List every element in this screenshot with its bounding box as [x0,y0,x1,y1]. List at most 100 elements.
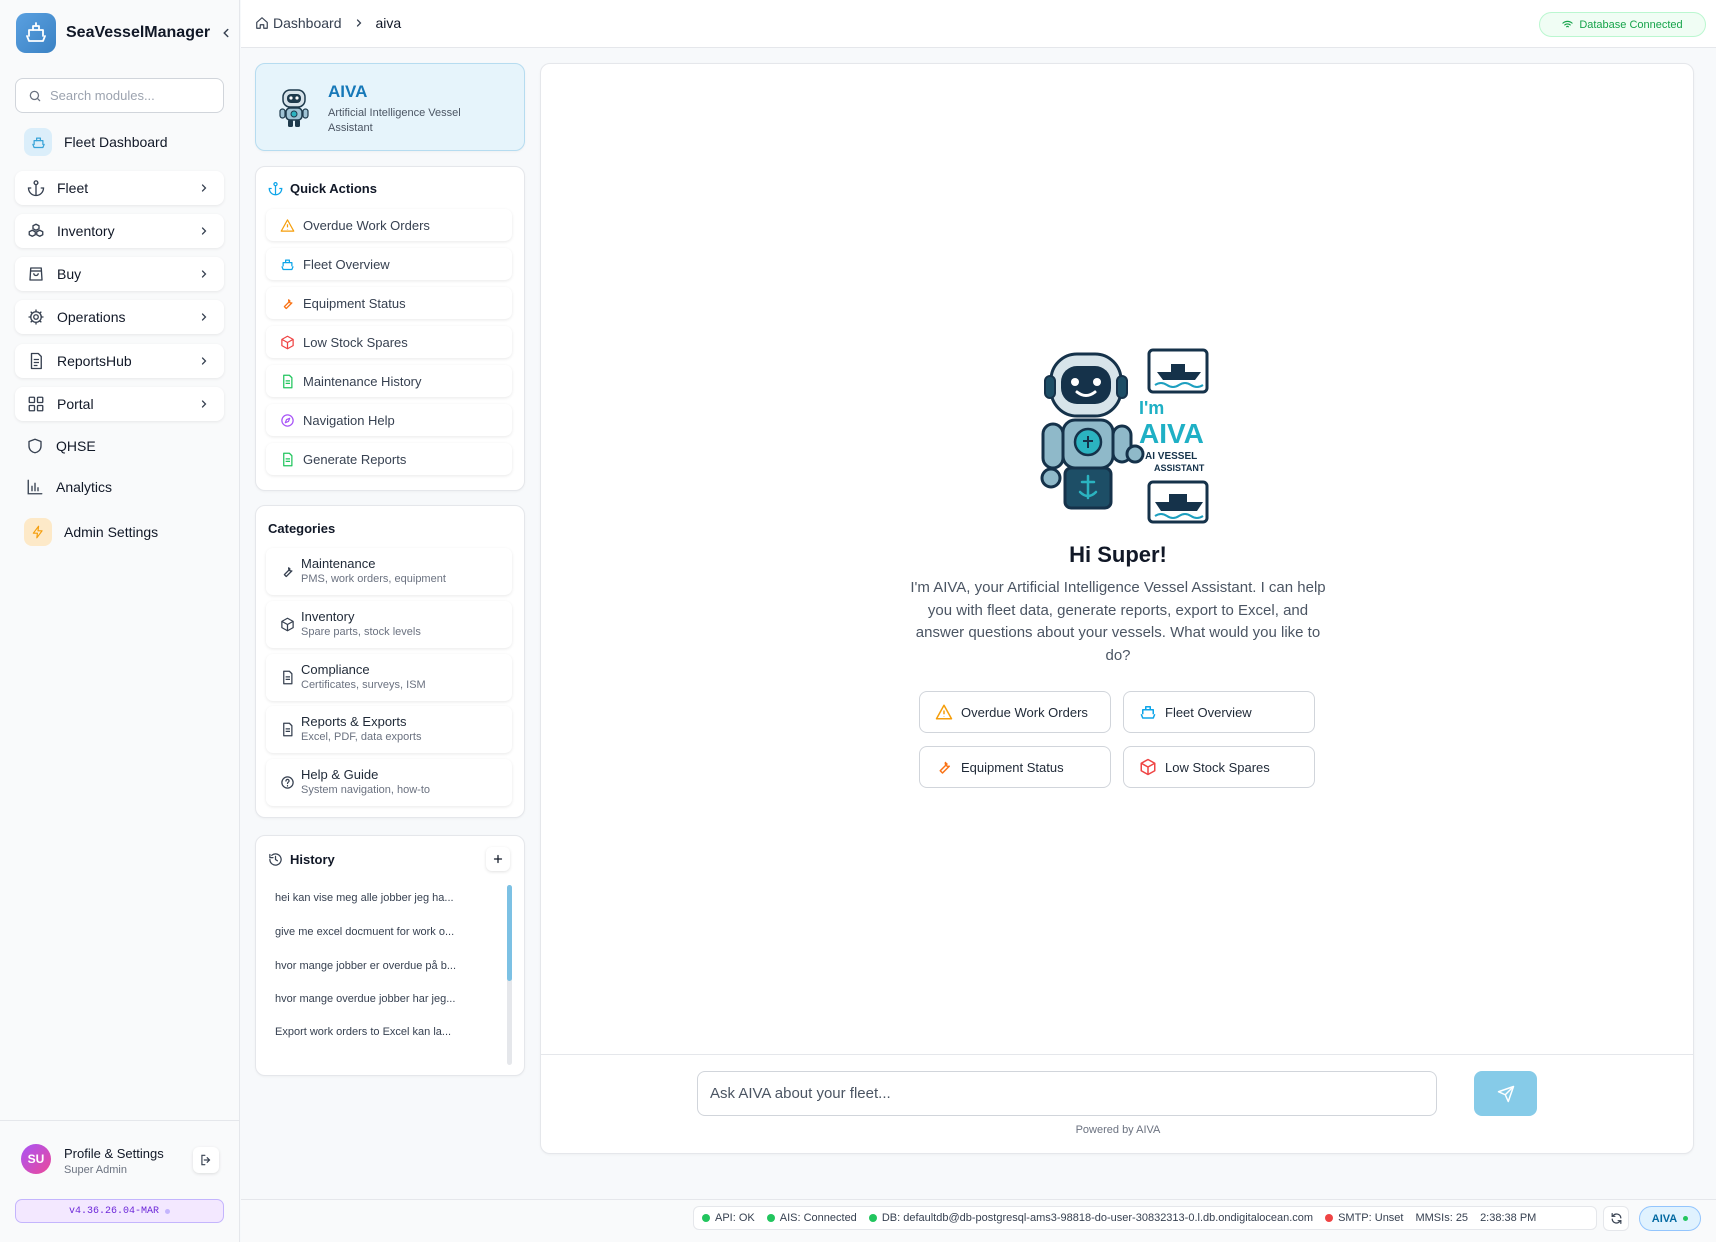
aiva-pill-label: AIVA [1651,1212,1678,1225]
top-header: Dashboard aiva Database Connected [241,0,1716,48]
categories-title: Categories [268,521,336,536]
suggestion-overdue-work-orders[interactable]: Overdue Work Orders [919,691,1111,733]
category-title: Compliance [301,662,370,677]
quick-actions-header: Quick Actions [268,181,377,196]
module-search [15,78,224,113]
history-item[interactable]: hvor mange jobber er overdue på b... [275,960,456,972]
chevron-right-icon [201,313,207,321]
chevron-right-icon [201,357,207,365]
status-mmsis: MMSIs: 25 [1415,1212,1468,1224]
logout-button[interactable] [193,1147,219,1173]
quick-action-label: Fleet Overview [303,256,390,272]
category-inventory[interactable]: Inventory Spare parts, stock levels [266,601,512,648]
category-reports-exports[interactable]: Reports & Exports Excel, PDF, data expor… [266,706,512,753]
category-subtitle: PMS, work orders, equipment [301,573,446,585]
status-api-text: API: OK [715,1212,755,1224]
history-item[interactable]: hvor mange overdue jobber har jeg... [275,993,455,1005]
history-item[interactable]: Export work orders to Excel kan la... [275,1026,451,1038]
package-icon [281,617,294,632]
refresh-status-button[interactable] [1603,1206,1629,1231]
sidebar-item-operations[interactable]: Operations [15,300,224,334]
history-item[interactable]: give me excel docmuent for work o... [275,926,454,938]
sidebar-item-fleet[interactable]: Fleet [15,171,224,205]
status-api: API: OK [702,1212,755,1224]
history-scrollbar-thumb[interactable] [507,885,512,981]
warning-icon [280,218,295,232]
sidebar-item-qhse[interactable]: QHSE [16,428,224,464]
app-name: SeaVesselManager [66,24,211,41]
file-icon [283,374,293,388]
sidebar-item-portal[interactable]: Portal [15,387,224,421]
wrench-icon [283,567,293,578]
status-dot [1325,1214,1334,1222]
quick-action-label: Low Stock Spares [303,334,408,350]
collapse-sidebar-button[interactable] [216,23,236,43]
sidebar-item-label: Analytics [56,479,113,495]
sidebar-item-label: Fleet [57,180,89,196]
aiva-mascot-illustration: I'm AIVA AI VESSEL ASSISTANT [1040,348,1209,524]
suggestion-low-stock-spares[interactable]: Low Stock Spares [1123,746,1315,788]
category-title: Maintenance [301,556,376,571]
history-scrollbar[interactable] [507,885,512,1065]
ship-icon [1140,706,1156,719]
quick-actions-title: Quick Actions [290,181,377,196]
status-dot [1683,1216,1689,1221]
system-status: API: OK AIS: Connected DB: defaultdb@db-… [693,1206,1597,1230]
module-search-input[interactable] [50,88,210,103]
ship-card-bottom [1147,480,1209,524]
send-button[interactable] [1474,1071,1537,1116]
history-item[interactable]: hei kan vise meg alle jobber jeg ha... [275,892,454,904]
quick-action-generate-reports[interactable]: Generate Reports [266,443,512,475]
package-icon [281,335,294,349]
status-ais: AIS: Connected [766,1212,857,1224]
new-chat-button[interactable] [486,847,510,871]
category-help-guide[interactable]: Help & Guide System navigation, how-to [266,759,512,806]
category-maintenance[interactable]: Maintenance PMS, work orders, equipment [266,548,512,595]
profile-section[interactable]: SU Profile & Settings Super Admin [0,1120,240,1202]
wrench-icon [283,298,293,309]
sidebar-item-admin-settings[interactable]: Admin Settings [16,514,224,550]
document-icon [30,352,42,370]
help-circle-icon [281,776,294,789]
warning-icon [935,704,953,720]
home-icon [256,17,268,29]
sidebar: SeaVesselManager Fleet Dashboard Fleet I… [0,0,240,1242]
chevron-right-icon [356,19,361,27]
quick-action-fleet-overview[interactable]: Fleet Overview [266,248,512,280]
quick-action-label: Generate Reports [303,451,407,467]
quick-action-maintenance-history[interactable]: Maintenance History [266,365,512,397]
mascot-text-line1: I'm [1139,398,1164,418]
chevron-right-icon [201,270,207,278]
quick-action-label: Maintenance History [303,373,422,389]
quick-action-navigation-help[interactable]: Navigation Help [266,404,512,436]
suggestion-label: Fleet Overview [1165,704,1252,720]
breadcrumb: Dashboard aiva [255,15,401,31]
suggestion-fleet-overview[interactable]: Fleet Overview [1123,691,1315,733]
sidebar-item-analytics[interactable]: Analytics [16,469,224,505]
version-dot [165,1208,170,1214]
version-badge: v4.36.26.04-MAR [15,1199,224,1223]
breadcrumb-dashboard[interactable]: Dashboard [273,15,342,31]
quick-action-equipment-status[interactable]: Equipment Status [266,287,512,319]
quick-action-low-stock-spares[interactable]: Low Stock Spares [266,326,512,358]
quick-action-label: Equipment Status [303,295,406,311]
chat-input[interactable] [697,1071,1437,1116]
status-mmsis-text: MMSIs: 25 [1415,1212,1469,1224]
lightning-icon [24,518,52,546]
aiva-status-pill[interactable]: AIVA [1639,1206,1701,1231]
sidebar-item-label: Inventory [57,223,115,239]
profile-settings-link[interactable]: Profile & Settings [64,1146,164,1161]
sidebar-item-inventory[interactable]: Inventory [15,214,224,248]
sidebar-item-reportshub[interactable]: ReportsHub [15,344,224,378]
quick-action-overdue-work-orders[interactable]: Overdue Work Orders [266,209,512,241]
status-db: DB: defaultdb@db-postgresql-ams3-98818-d… [868,1212,1313,1224]
anchor-icon [27,180,45,197]
suggestion-equipment-status[interactable]: Equipment Status [919,746,1111,788]
avatar[interactable]: SU [21,1144,51,1174]
file-icon [283,452,293,466]
sidebar-item-fleet-dashboard[interactable]: Fleet Dashboard [16,124,224,160]
sidebar-item-label: Portal [57,396,94,412]
sidebar-item-buy[interactable]: Buy [15,257,224,291]
category-compliance[interactable]: Compliance Certificates, surveys, ISM [266,654,512,701]
aiva-title: AIVA [328,82,368,101]
